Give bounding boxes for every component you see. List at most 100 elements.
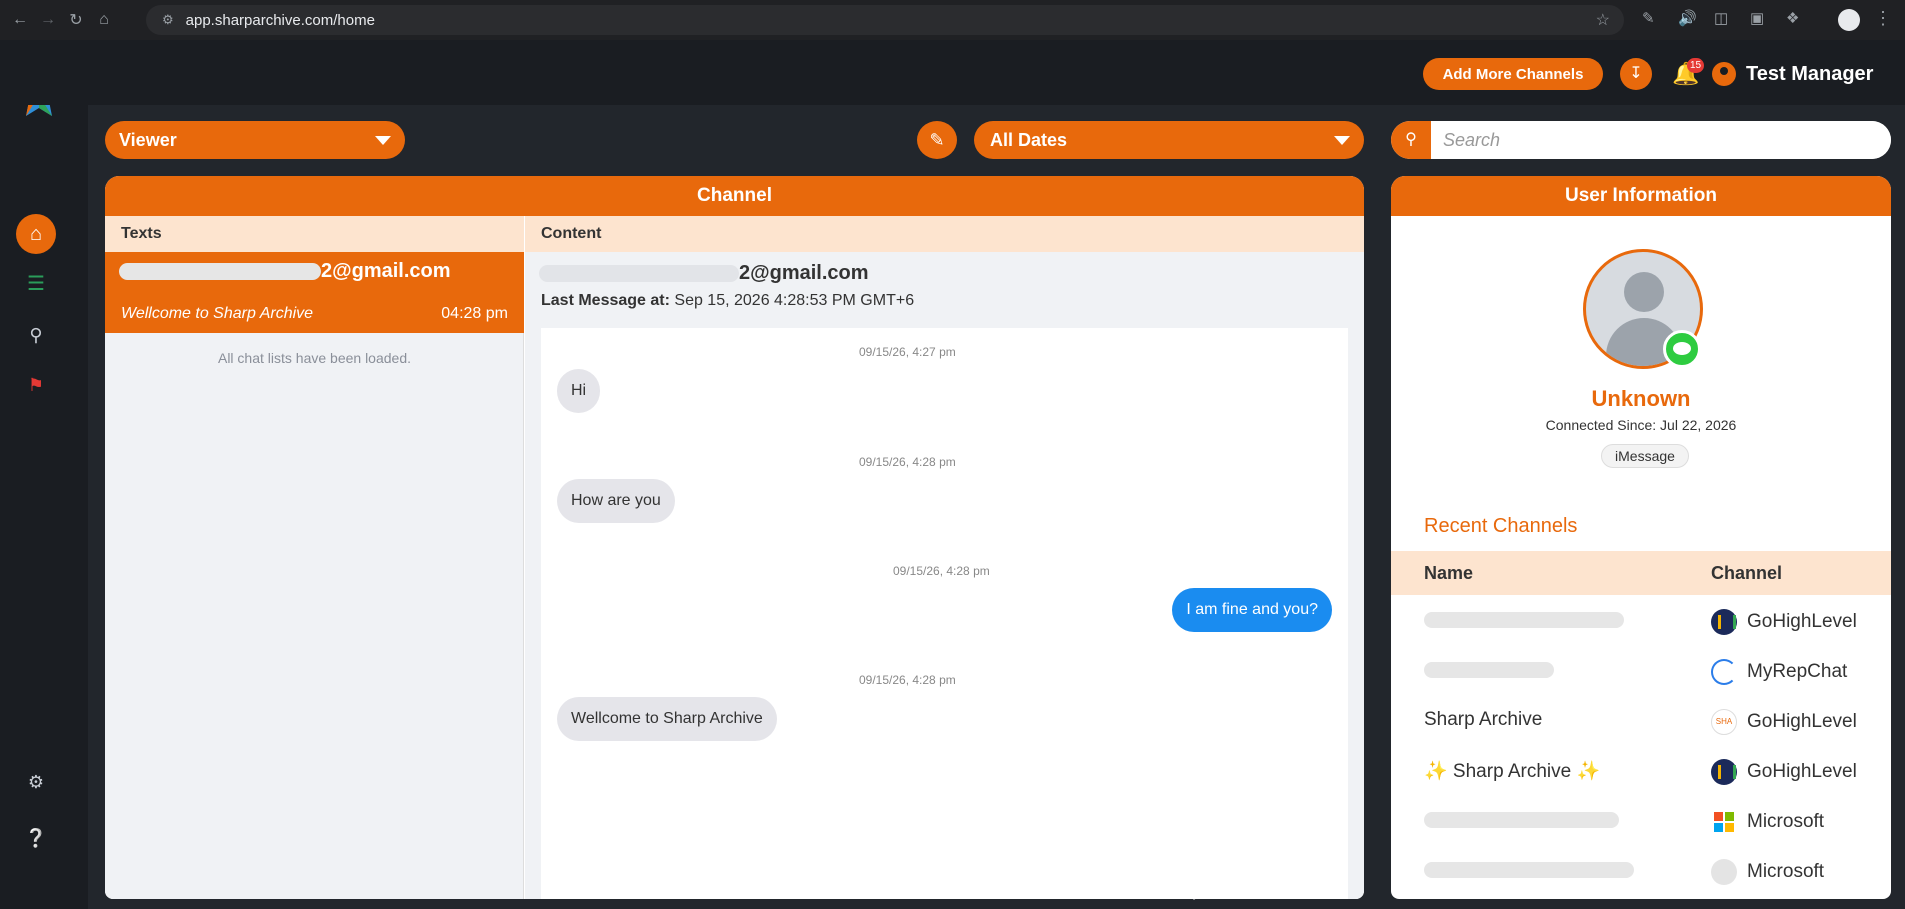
chat-item-time: 04:28 pm bbox=[441, 305, 508, 322]
chat-list-item[interactable]: 2@gmail.com Wellcome to Sharp Archive 04… bbox=[105, 252, 524, 333]
forward-icon[interactable]: → bbox=[34, 11, 62, 29]
search-input[interactable] bbox=[1431, 121, 1891, 159]
dates-dropdown-label: All Dates bbox=[990, 130, 1068, 150]
recent-channel-type: GoHighLevel bbox=[1711, 759, 1857, 785]
message-bubble-outgoing: I am fine and you? bbox=[1172, 588, 1332, 632]
user-information-panel: User Information Unknown Connected Since… bbox=[1391, 176, 1891, 899]
chat-list-loaded-text: All chat lists have been loaded. bbox=[217, 350, 411, 366]
message-timestamp: 09/15/26, 4:28 pm bbox=[859, 455, 956, 469]
add-more-channels-button[interactable]: Add More Channels bbox=[1423, 58, 1603, 90]
search-icon: ⚲ bbox=[29, 325, 43, 345]
recent-channel-type: MyRepChat bbox=[1711, 659, 1847, 685]
recent-channel-name bbox=[1424, 859, 1634, 881]
channel-panel: Channel Texts Content 2@gmail.com Wellco… bbox=[105, 176, 1364, 899]
redacted-text bbox=[1424, 661, 1554, 678]
gohighlevel-icon bbox=[1711, 759, 1737, 785]
myrepchat-icon bbox=[1711, 659, 1737, 685]
user-name: Test Manager bbox=[1746, 62, 1874, 85]
profile-avatar[interactable] bbox=[1838, 9, 1860, 31]
viewer-dropdown[interactable]: Viewer bbox=[105, 121, 405, 159]
site-info-icon[interactable]: ⚙ bbox=[162, 12, 174, 28]
recent-channels-title: Recent Channels bbox=[1424, 515, 1578, 537]
sidebar-item-search[interactable]: ⚲ bbox=[24, 323, 48, 347]
table-row[interactable]: Microsoft bbox=[1391, 795, 1891, 845]
sidebar-item-alerts[interactable]: ⚑ bbox=[24, 373, 48, 397]
connected-since: Connected Since: Jul 22, 2026 bbox=[1545, 417, 1737, 433]
microsoft-icon bbox=[1714, 812, 1734, 832]
broom-icon: ✎ bbox=[929, 130, 945, 150]
content-column-header: Content bbox=[525, 216, 1364, 252]
sharp-archive-icon: SHA bbox=[1711, 709, 1737, 735]
search-icon[interactable]: ⚲ bbox=[1391, 121, 1431, 159]
back-icon[interactable]: ← bbox=[6, 11, 34, 29]
recent-channel-name bbox=[1424, 609, 1624, 631]
download-button[interactable]: ↧ bbox=[1620, 58, 1652, 90]
table-row[interactable]: ✨ Sharp Archive ✨ GoHighLevel bbox=[1391, 745, 1891, 795]
recent-channels-header: Name Channel bbox=[1391, 551, 1891, 595]
texts-column-header: Texts bbox=[105, 216, 524, 252]
conversation-email: 2@gmail.com bbox=[539, 262, 869, 285]
help-icon: ❔ bbox=[24, 828, 48, 848]
avatar-head bbox=[1624, 272, 1664, 312]
app-header: Add More Channels ↧ 🔔 15 Test Manager bbox=[0, 40, 1905, 105]
stack-icon: ☰ bbox=[27, 273, 45, 295]
sidebar-item-settings[interactable]: ⚙ bbox=[24, 770, 48, 794]
name-column-header: Name bbox=[1424, 563, 1474, 583]
bookmark-star-icon[interactable]: ☆ bbox=[1596, 10, 1610, 30]
dates-dropdown[interactable]: All Dates bbox=[974, 121, 1364, 159]
message-bubble-incoming: Wellcome to Sharp Archive bbox=[557, 697, 777, 741]
recent-channel-type: Microsoft bbox=[1711, 859, 1824, 885]
audio-icon[interactable]: 🔊 bbox=[1678, 9, 1697, 27]
table-row[interactable]: MyRepChat bbox=[1391, 645, 1891, 695]
message-timestamp: 09/15/26, 4:28 pm bbox=[859, 673, 956, 687]
message-bubble-incoming: Hi bbox=[557, 369, 601, 413]
table-row[interactable]: Sharp Archive SHA GoHighLevel bbox=[1391, 695, 1891, 745]
sidebar-item-channels[interactable]: ☰ bbox=[16, 264, 56, 304]
browser-toolbar: ← → ↻ ⌂ ⚙ app.sharparchive.com/home ☆ ✎ … bbox=[0, 0, 1905, 40]
recent-channel-type: Microsoft bbox=[1711, 809, 1824, 835]
gohighlevel-icon bbox=[1711, 609, 1737, 635]
user-menu[interactable]: Test Manager bbox=[1712, 58, 1873, 90]
sidebar-item-help[interactable]: ❔ bbox=[24, 826, 48, 850]
channel-panel-title: Channel bbox=[105, 176, 1364, 216]
redacted-text bbox=[119, 263, 321, 281]
alert-chat-icon: ⚑ bbox=[27, 375, 45, 395]
gear-icon: ⚙ bbox=[27, 772, 45, 792]
download-icon: ↧ bbox=[1629, 65, 1643, 82]
notifications-button[interactable]: 🔔 15 bbox=[1670, 58, 1704, 90]
message-timestamp: 09/15/26, 4:28 pm bbox=[893, 564, 990, 578]
message-thread: 09/15/26, 4:27 pm Hi 09/15/26, 4:28 pm H… bbox=[541, 328, 1348, 899]
sidebar: ⌂ ☰ ⚲ ⚑ ⚙ ❔ bbox=[0, 40, 88, 909]
recent-channel-type: SHA GoHighLevel bbox=[1711, 709, 1857, 735]
caret-down-icon bbox=[375, 136, 391, 145]
home-icon: ⌂ bbox=[29, 223, 43, 245]
translate-icon[interactable]: ◫ bbox=[1714, 9, 1728, 27]
extensions-puzzle-icon[interactable]: ❖ bbox=[1786, 9, 1799, 27]
redacted-text bbox=[1424, 811, 1619, 828]
redacted-text bbox=[539, 265, 739, 283]
channel-column-header: Channel bbox=[1711, 563, 1783, 583]
reload-icon[interactable]: ↻ bbox=[62, 10, 90, 30]
sidebar-item-home[interactable]: ⌂ bbox=[16, 214, 56, 254]
imessage-icon bbox=[1663, 330, 1701, 368]
redacted-text bbox=[1424, 611, 1624, 628]
clear-filters-button[interactable]: ✎ bbox=[917, 121, 957, 159]
camera-extension-icon[interactable]: ▣ bbox=[1750, 9, 1764, 27]
more-menu-icon[interactable]: ⋮ bbox=[1874, 8, 1892, 29]
url-text: app.sharparchive.com/home bbox=[185, 11, 375, 29]
home-icon[interactable]: ⌂ bbox=[90, 11, 118, 29]
recent-channel-type: GoHighLevel bbox=[1711, 609, 1857, 635]
conversation-view: 2@gmail.com Last Message at: Sep 15, 202… bbox=[525, 252, 1364, 899]
message-timestamp: 09/15/26, 4:27 pm bbox=[859, 345, 956, 359]
viewer-dropdown-label: Viewer bbox=[119, 130, 177, 150]
table-row[interactable]: Microsoft bbox=[1391, 845, 1891, 895]
search-box: ⚲ bbox=[1391, 121, 1891, 159]
table-row[interactable]: GoHighLevel bbox=[1391, 595, 1891, 645]
recent-channel-name bbox=[1424, 809, 1619, 831]
notification-badge: 15 bbox=[1687, 58, 1704, 73]
user-panel-title: User Information bbox=[1391, 176, 1891, 216]
pen-extension-icon[interactable]: ✎ bbox=[1642, 9, 1655, 27]
address-bar[interactable]: ⚙ app.sharparchive.com/home ☆ bbox=[146, 5, 1624, 35]
caret-down-icon bbox=[1334, 136, 1350, 145]
chat-item-preview: Wellcome to Sharp Archive bbox=[121, 305, 314, 322]
